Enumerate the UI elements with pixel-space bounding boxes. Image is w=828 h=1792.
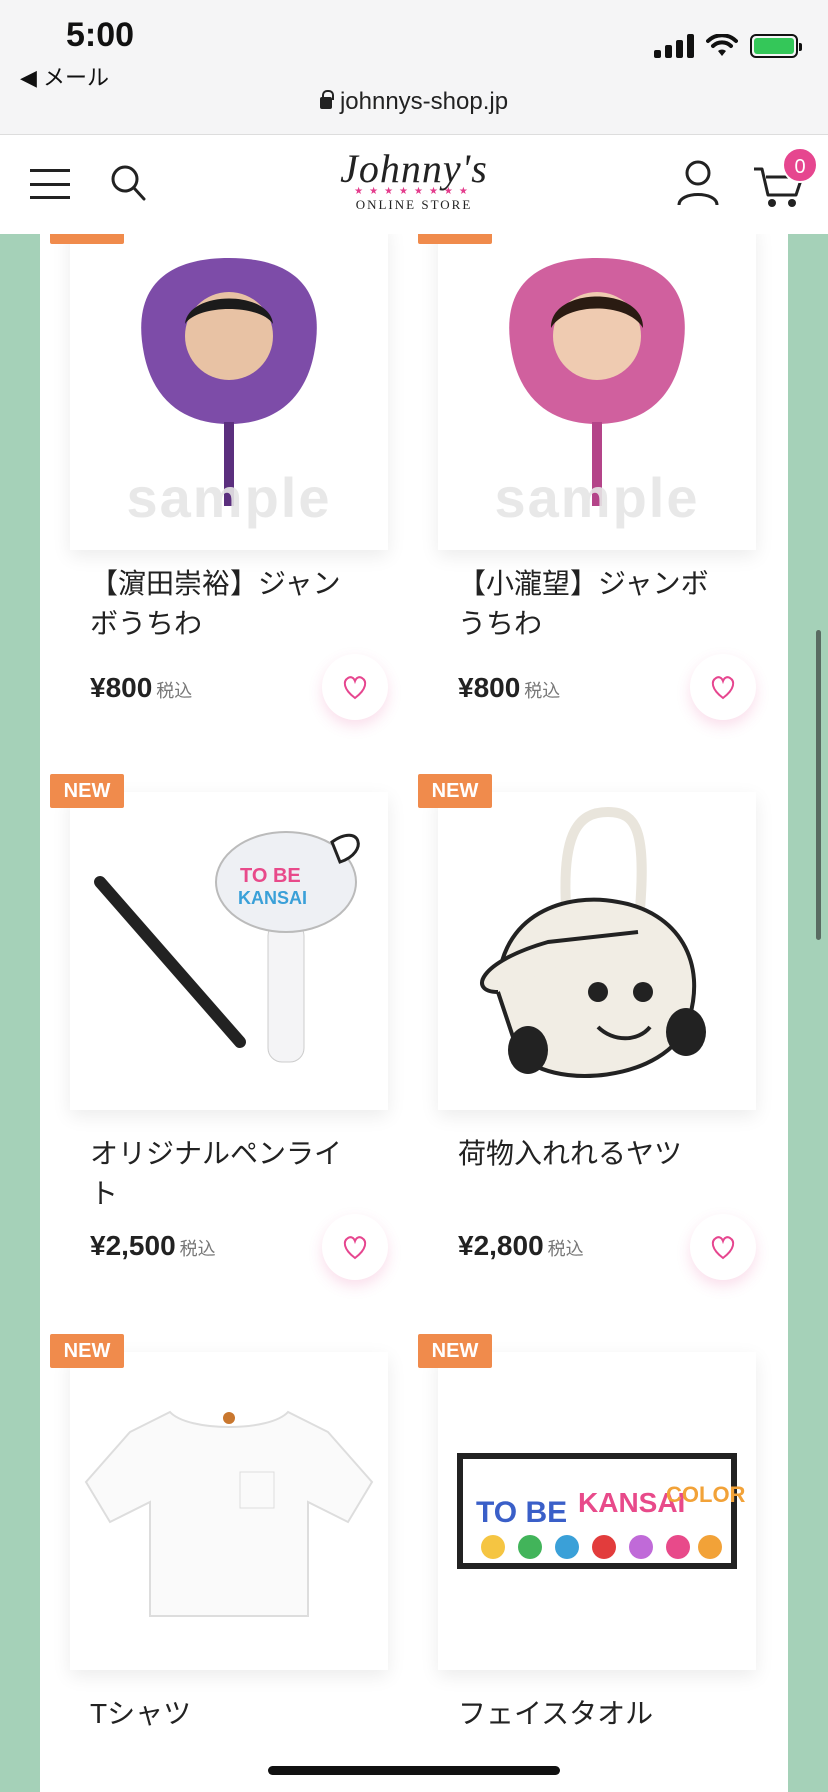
product-card[interactable]: NEW 荷物入れれるヤツ ¥2,800 税込: [408, 774, 768, 1294]
favorite-button[interactable]: [690, 654, 756, 720]
account-icon[interactable]: [676, 159, 720, 207]
tax-label: 税込: [547, 1239, 584, 1259]
product-image[interactable]: [70, 1352, 388, 1670]
product-price: ¥2,800 税込: [458, 1230, 584, 1262]
product-image[interactable]: sample: [438, 234, 756, 550]
product-price: ¥800 税込: [90, 672, 192, 704]
product-image[interactable]: [438, 792, 756, 1110]
battery-icon: [750, 34, 802, 58]
product-card[interactable]: NEW sample 【小瀧望】ジャンボうちわ ¥800税込: [408, 234, 768, 754]
product-name[interactable]: フェイスタオル: [458, 1694, 728, 1734]
status-bar: 5:00 ◀ メール johnnys-shop.jp: [0, 0, 828, 134]
product-name[interactable]: 荷物入れれるヤツ: [458, 1134, 728, 1174]
product-card[interactable]: NEW TO BE KANSAI オリジナルペンライト ¥2,500 税込: [40, 774, 400, 1294]
product-price: ¥2,500 税込: [90, 1230, 216, 1262]
tax-label: 税込: [156, 681, 193, 701]
svg-text:KANSAI: KANSAI: [238, 888, 307, 908]
product-name[interactable]: 【濵田崇裕】ジャンボうちわ: [90, 564, 360, 644]
face-towel-image: TO BE KANSAI COLOR: [457, 1453, 746, 1569]
product-name[interactable]: オリジナルペンライト: [90, 1134, 360, 1214]
new-badge: NEW: [50, 774, 124, 808]
product-grid: NEW sample 【濵田崇裕】ジャンボうちわ ¥800税込 NEW s: [40, 234, 788, 1792]
favorite-button[interactable]: [322, 1214, 388, 1280]
t-shirt-image: [84, 1410, 374, 1617]
url-text: johnnys-shop.jp: [339, 88, 509, 115]
product-image[interactable]: sample: [70, 234, 388, 550]
new-badge: NEW: [418, 774, 492, 808]
product-card[interactable]: NEW TO BE KANSAI COLOR フェイスタオル: [408, 1334, 768, 1792]
new-badge: NEW: [418, 234, 492, 244]
heart-icon: [343, 1236, 367, 1260]
product-image[interactable]: TO BE KANSAI COLOR: [438, 1352, 756, 1670]
price-value: ¥2,500: [90, 1230, 176, 1261]
wifi-icon: [706, 34, 738, 56]
tax-label: 税込: [179, 1239, 216, 1259]
sample-watermark: sample: [494, 466, 700, 529]
favorite-button[interactable]: [322, 654, 388, 720]
heart-icon: [711, 1236, 735, 1260]
tote-bag-image: [480, 806, 706, 1078]
svg-text:TO BE: TO BE: [476, 1496, 567, 1529]
clock: 5:00: [66, 16, 135, 54]
status-icons: [654, 34, 802, 58]
svg-text:TO BE: TO BE: [240, 865, 301, 887]
cart-count-badge: 0: [782, 147, 818, 183]
page-scrollbar[interactable]: [816, 630, 821, 940]
new-badge: NEW: [50, 1334, 124, 1368]
svg-text:COLOR: COLOR: [666, 1482, 746, 1507]
site-header: Johnny's ★★★★★★★★ ONLINE STORE 0: [0, 134, 828, 234]
price-value: ¥800: [90, 672, 153, 703]
new-badge: NEW: [418, 1334, 492, 1368]
price-value: ¥2,800: [458, 1230, 544, 1261]
new-badge: NEW: [50, 234, 124, 244]
price-value: ¥800: [458, 672, 521, 703]
penlight-image: TO BE KANSAI: [94, 831, 360, 1063]
favorite-button[interactable]: [690, 1214, 756, 1280]
sample-watermark: sample: [126, 466, 332, 529]
product-name[interactable]: Tシャツ: [90, 1694, 360, 1734]
home-indicator[interactable]: [268, 1766, 560, 1775]
product-image[interactable]: TO BE KANSAI: [70, 792, 388, 1110]
address-bar[interactable]: johnnys-shop.jp: [0, 88, 828, 116]
product-card[interactable]: NEW sample 【濵田崇裕】ジャンボうちわ ¥800税込: [40, 234, 400, 754]
lock-icon: [319, 90, 334, 109]
signal-icon: [654, 34, 694, 58]
product-card[interactable]: NEW Tシャツ: [40, 1334, 400, 1792]
product-name[interactable]: 【小瀧望】ジャンボうちわ: [458, 564, 728, 644]
product-price: ¥800 税込: [458, 672, 560, 704]
heart-icon: [343, 676, 367, 700]
heart-icon: [711, 676, 735, 700]
tax-label: 税込: [524, 681, 561, 701]
